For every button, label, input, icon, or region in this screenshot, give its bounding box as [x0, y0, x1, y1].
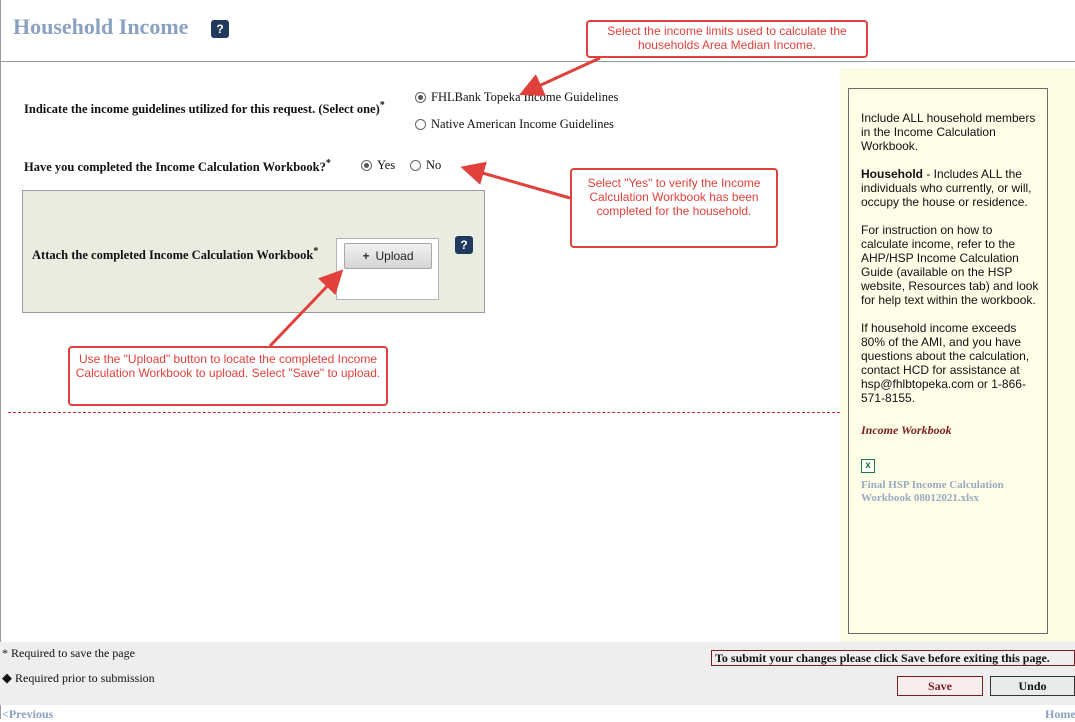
- workbook-file-link[interactable]: Final HSP Income Calculation Workbook 08…: [861, 479, 1039, 505]
- sidebar-paragraph-4: If household income exceeds 80% of the A…: [861, 321, 1030, 405]
- sidebar-paragraph-3: For instruction on how to calculate inco…: [861, 223, 1039, 307]
- arrow-verify-yes: [460, 161, 571, 200]
- income-workbook-heading: Income Workbook: [861, 423, 952, 437]
- required-submit-text: Required prior to submission: [15, 671, 155, 685]
- arrow-upload: [268, 269, 344, 348]
- help-sidebar-box: Include ALL household members in the Inc…: [848, 88, 1048, 634]
- required-submit-note: ◆ Required prior to submission: [2, 670, 155, 686]
- save-button[interactable]: Save: [897, 676, 983, 696]
- undo-button[interactable]: Undo: [990, 676, 1075, 696]
- home-link[interactable]: Home: [1045, 707, 1075, 722]
- arrow-income-limits: [519, 56, 601, 96]
- excel-file-icon[interactable]: x: [861, 459, 875, 473]
- diamond-icon: ◆: [2, 670, 12, 685]
- page-frame: Household Income ? Indicate the income g…: [0, 0, 1075, 722]
- required-save-note: * Required to save the page: [2, 646, 135, 660]
- sidebar-household-term: Household: [861, 167, 923, 181]
- submit-notice: To submit your changes please click Save…: [711, 650, 1075, 666]
- sidebar-paragraph-1: Include ALL household members in the Inc…: [861, 111, 1036, 153]
- sidebar-paragraph-2: Household - Includes ALL the individuals…: [861, 167, 1039, 209]
- previous-link[interactable]: <Previous: [2, 707, 53, 722]
